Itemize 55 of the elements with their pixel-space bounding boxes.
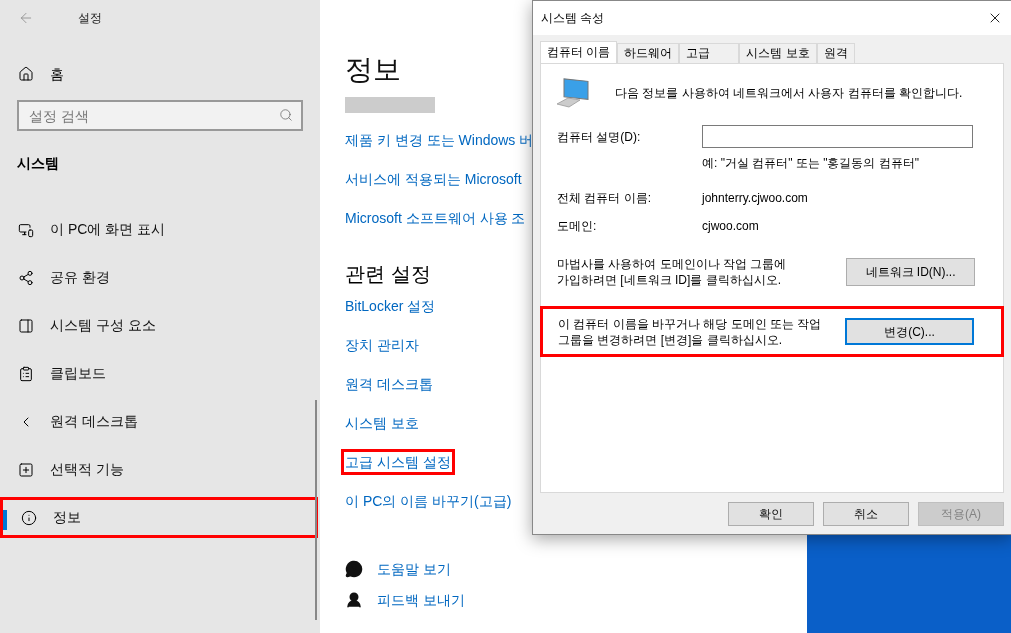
section-heading: 관련 설정 [345, 262, 431, 287]
page-title: 정보 [345, 53, 401, 87]
nav-item[interactable]: 공유 환경 [0, 257, 318, 298]
window-title: 설정 [78, 10, 102, 27]
dialog-button[interactable]: 확인 [728, 502, 814, 526]
tab[interactable]: 고급 [679, 43, 740, 63]
search-icon[interactable] [279, 108, 293, 122]
link[interactable]: 장치 관리자 [345, 335, 419, 355]
home-icon[interactable] [18, 66, 34, 82]
tab[interactable]: 원격 [816, 43, 855, 63]
field-label: 도메인: [557, 218, 598, 235]
network-id-button[interactable]: 네트워크 ID(N)... [846, 258, 975, 286]
field-label: 전체 컴퓨터 이름: [557, 190, 652, 207]
nav-item[interactable]: 정보 [0, 497, 318, 538]
section-heading: 시스템 [17, 154, 60, 173]
network-text: 마법사를 사용하여 도메인이나 작업 그룹에 가입하려면 [네트워크 ID]를 클릭하십시오. [557, 256, 788, 288]
link[interactable]: BitLocker 설정 [345, 296, 436, 316]
change-text: 이 컴퓨터 이름을 바꾸거나 해당 도메인 또는 작업 그룹을 변경하려면 [변경]을 클릭하십시오. [558, 315, 823, 348]
search-field[interactable]: 설정 검색 [17, 100, 303, 131]
feedback-icon [345, 591, 363, 609]
nav-item[interactable]: 시스템 구성 요소 [0, 305, 318, 346]
nav-item[interactable]: 원격 데스크톱 [0, 401, 318, 442]
description-field[interactable] [702, 125, 973, 148]
intro-text: 다음 정보를 사용하여 네트워크에서 사용자 컴퓨터를 확인합니다. [615, 85, 963, 102]
home-link[interactable]: 홈 [50, 63, 64, 85]
field-label: 컴퓨터 설명(D): [557, 128, 642, 146]
dialog-button[interactable]: 취소 [823, 502, 909, 526]
grid-plus-icon [18, 461, 34, 478]
tab[interactable]: 하드웨어 [617, 43, 680, 63]
help-link[interactable]: 도움말 보기 [377, 559, 451, 579]
share-icon [18, 269, 34, 286]
monitor-icon [18, 221, 34, 238]
hint-text: 예: "거실 컴퓨터" 또는 "홍길동의 컴퓨터" [702, 155, 921, 172]
link[interactable]: 이 PC의 이름 바꾸기(고급) [345, 491, 512, 511]
help-link[interactable]: 피드백 보내기 [377, 590, 465, 610]
scrollbar[interactable] [315, 400, 317, 620]
info-icon [21, 509, 37, 526]
change-button[interactable]: 변경(C)... [845, 318, 974, 345]
dialog-title: 시스템 속성 [541, 10, 605, 27]
panel-icon [18, 317, 34, 334]
computer-icon [556, 77, 589, 109]
nav-item[interactable]: 이 PC에 화면 표시 [0, 209, 318, 250]
field-value: cjwoo.com [702, 218, 759, 235]
selection-indicator [3, 510, 7, 530]
link[interactable]: 고급 시스템 설정 [341, 449, 455, 475]
nav-item[interactable]: 선택적 기능 [0, 449, 318, 490]
tab[interactable]: 컴퓨터 이름 [540, 41, 618, 63]
field-value: johnterry.cjwoo.com [702, 190, 808, 207]
clipboard-icon [18, 365, 34, 382]
tab[interactable]: 시스템 보호 [739, 43, 817, 63]
link[interactable]: 시스템 보호 [345, 413, 419, 433]
link[interactable]: 원격 데스크톱 [345, 374, 433, 394]
back-icon[interactable] [18, 10, 34, 26]
help-icon [345, 560, 363, 578]
nav-item[interactable]: 클립보드 [0, 353, 318, 394]
